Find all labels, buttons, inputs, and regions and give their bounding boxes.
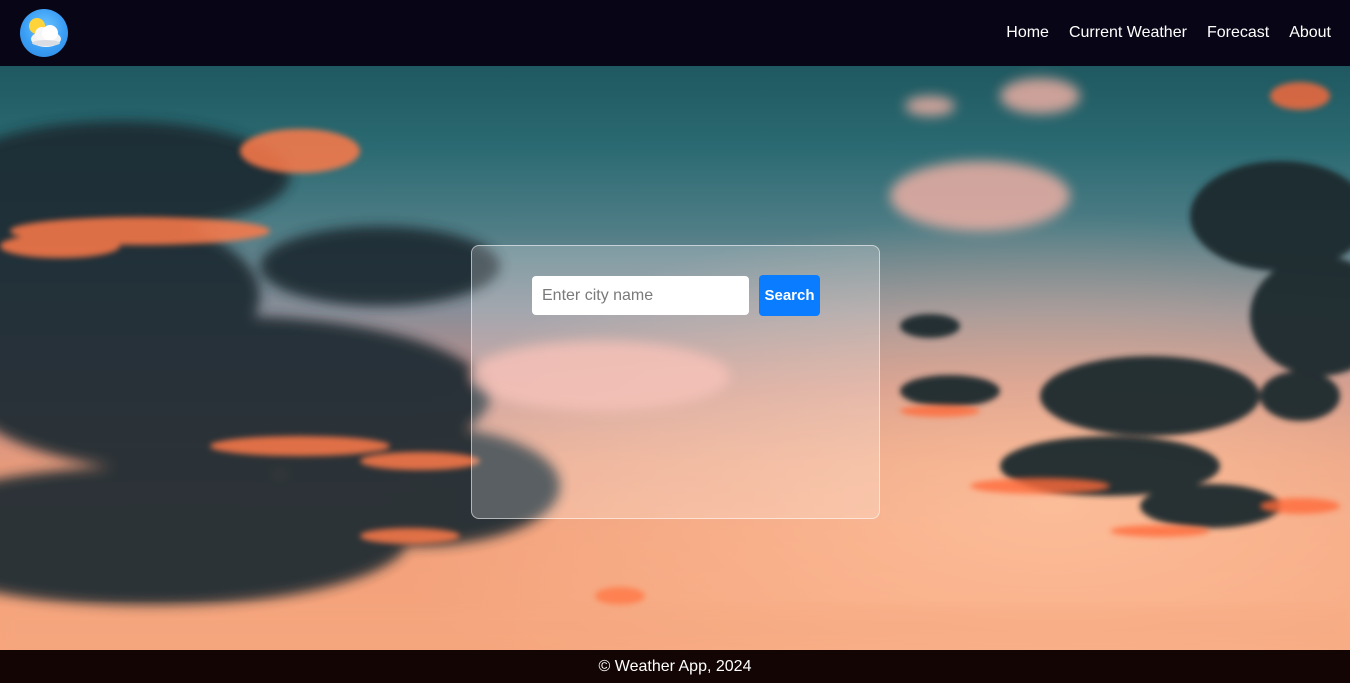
nav-link-forecast[interactable]: Forecast bbox=[1207, 23, 1269, 43]
city-search-input[interactable] bbox=[532, 276, 749, 315]
top-navbar: Home Current Weather Forecast About bbox=[0, 0, 1350, 66]
nav-link-about[interactable]: About bbox=[1289, 23, 1331, 43]
nav-link-home[interactable]: Home bbox=[1006, 23, 1049, 43]
search-card: Search bbox=[471, 245, 880, 519]
footer: © Weather App, 2024 bbox=[0, 650, 1350, 683]
sun-behind-cloud-icon[interactable] bbox=[20, 9, 68, 57]
search-button[interactable]: Search bbox=[759, 275, 820, 316]
footer-copyright: © Weather App, 2024 bbox=[598, 657, 752, 675]
nav-link-current-weather[interactable]: Current Weather bbox=[1069, 23, 1187, 43]
main-nav: Home Current Weather Forecast About bbox=[1006, 23, 1331, 43]
